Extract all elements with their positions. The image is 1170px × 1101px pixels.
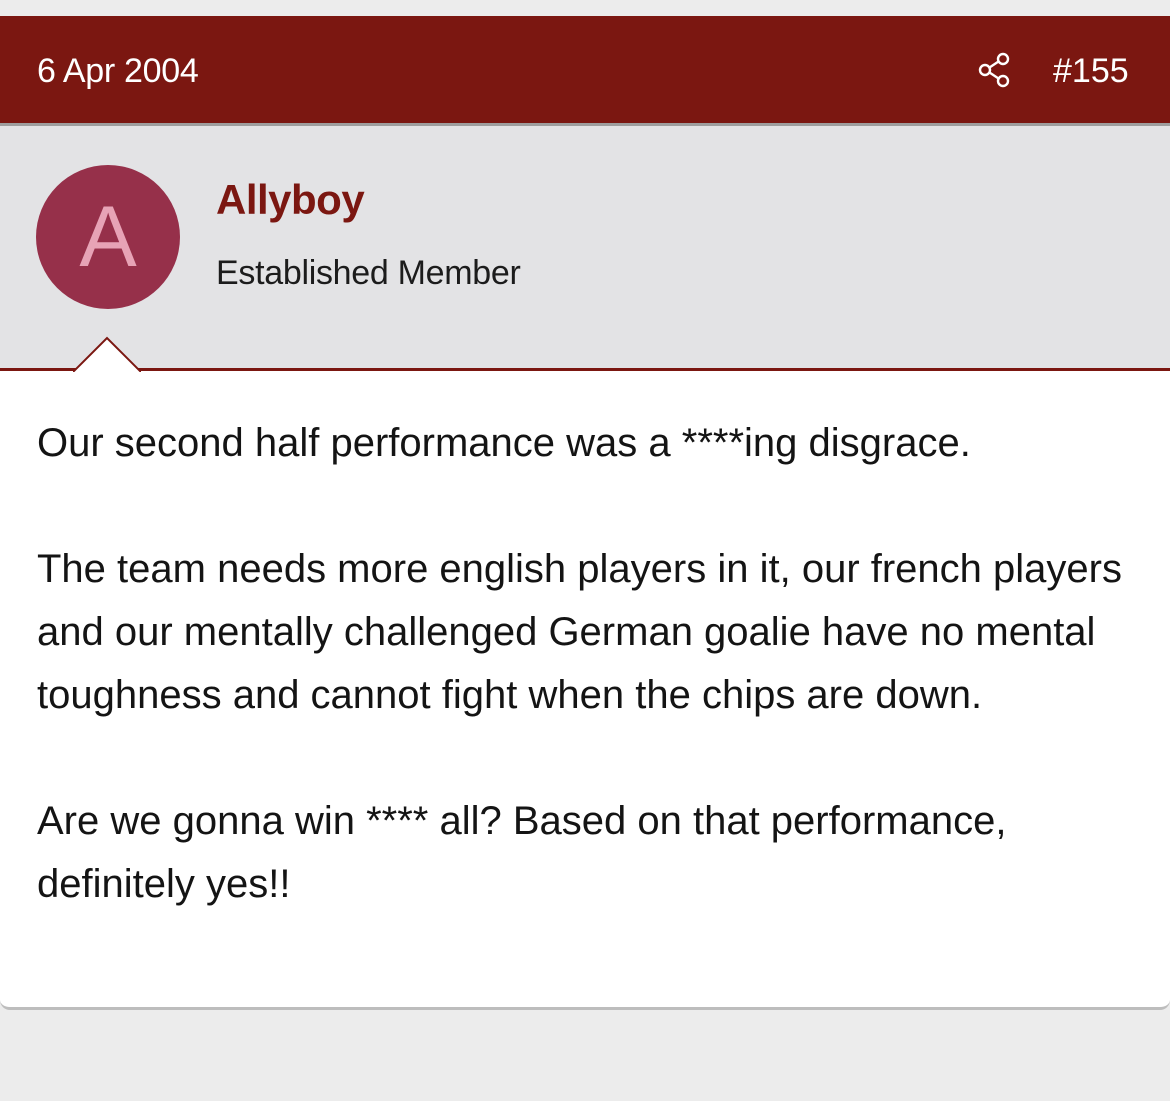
post-date[interactable]: 6 Apr 2004 (37, 52, 199, 91)
author-user-title: Established Member (216, 254, 521, 292)
forum-post: 6 Apr 2004 #155 A Allyboy Established Me… (0, 16, 1170, 1010)
message-pointer-arrow (73, 336, 141, 372)
page-background (0, 0, 1170, 16)
post-number-link[interactable]: #155 (1053, 52, 1129, 91)
author-username[interactable]: Allyboy (216, 176, 365, 224)
avatar[interactable]: A (36, 165, 180, 309)
post-paragraph: Are we gonna win **** all? Based on that… (37, 799, 1007, 906)
post-message-body: Our second half performance was a ****in… (37, 412, 1137, 979)
post-header: 6 Apr 2004 #155 (0, 16, 1170, 126)
post-paragraph: The team needs more english players in i… (37, 547, 1122, 717)
post-paragraph: Our second half performance was a ****in… (37, 421, 971, 465)
post-author-block: A Allyboy Established Member (0, 126, 1170, 371)
share-icon[interactable] (977, 52, 1013, 88)
